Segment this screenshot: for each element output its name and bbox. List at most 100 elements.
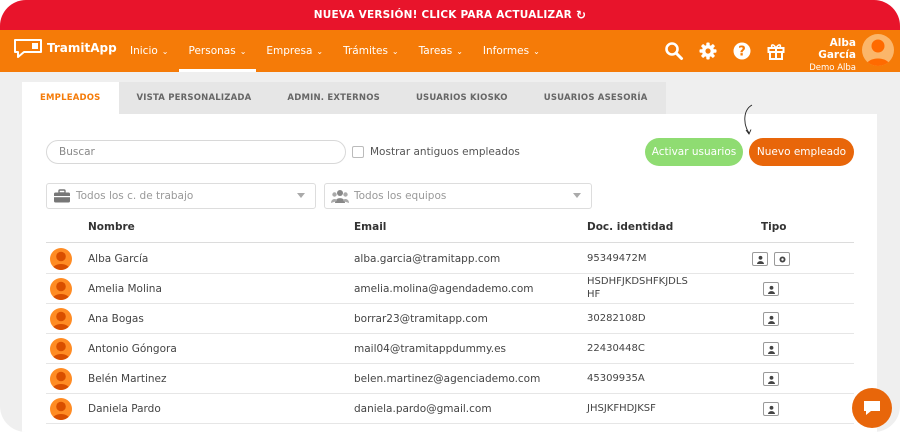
menu-informes[interactable]: Informes ⌄	[473, 30, 550, 72]
employee-email: amelia.molina@agendademo.com	[354, 283, 534, 295]
new-employee-button[interactable]: Nuevo empleado	[749, 138, 854, 166]
employee-avatar	[50, 308, 72, 330]
employee-avatar	[50, 398, 72, 420]
user-name: Alba García	[818, 37, 856, 61]
tab-empleados[interactable]: EMPLEADOS	[22, 82, 119, 114]
employee-name: Alba García	[88, 253, 149, 265]
chat-button[interactable]	[852, 388, 892, 428]
gift-icon[interactable]	[764, 39, 788, 63]
logo-icon	[14, 39, 42, 58]
user-avatar[interactable]	[862, 34, 894, 66]
chevron-down-icon: ⌄	[161, 46, 169, 56]
user-menu[interactable]: Alba García Demo Alba	[790, 37, 856, 73]
employee-type-user-icon	[763, 312, 779, 326]
menu-personas[interactable]: Personas ⌄	[178, 30, 257, 72]
help-icon[interactable]: ?	[730, 39, 754, 63]
caret-down-icon	[573, 193, 581, 198]
employee-name: Amelia Molina	[88, 283, 162, 295]
tab-admin-externos[interactable]: ADMIN. EXTERNOS	[269, 82, 398, 114]
chevron-down-icon: ⌄	[239, 46, 247, 56]
chevron-down-icon: ⌄	[533, 46, 540, 56]
employee-type-user-icon	[763, 372, 779, 386]
column-header-doc[interactable]: Doc. identidad	[587, 221, 673, 233]
refresh-icon: ↻	[575, 8, 587, 22]
employee-tabs: EMPLEADOS VISTA PERSONALIZADA ADMIN. EXT…	[22, 82, 666, 114]
tab-vista-personalizada[interactable]: VISTA PERSONALIZADA	[119, 82, 270, 114]
employee-type-user-icon	[763, 342, 779, 356]
activate-users-button[interactable]: Activar usuarios	[645, 138, 743, 166]
employee-avatar	[50, 338, 72, 360]
top-navbar: TramitApp Inicio ⌄ Personas ⌄ Empresa ⌄ Trá…	[0, 30, 900, 73]
chat-icon	[864, 401, 880, 415]
group-icon	[331, 189, 349, 203]
menu-label: Tareas	[418, 45, 453, 57]
employee-name: Antonio Góngora	[88, 343, 177, 355]
employee-avatar	[50, 368, 72, 390]
workplace-select-label: Todos los c. de trabajo	[76, 190, 194, 202]
menu-label: Inicio	[130, 45, 158, 57]
header-divider	[46, 242, 854, 243]
employee-type-admin-icon	[774, 252, 790, 266]
employee-name: Daniela Pardo	[88, 403, 161, 415]
chevron-down-icon: ⌄	[456, 46, 463, 56]
employee-email: alba.garcia@tramitapp.com	[354, 253, 501, 265]
search-icon[interactable]	[662, 39, 686, 63]
workplace-select[interactable]: Todos los c. de trabajo	[46, 183, 316, 209]
employee-type-user-icon	[763, 402, 779, 416]
table-row[interactable]: Ana Bogas borrar23@tramitapp.com 30282108D	[46, 304, 854, 334]
tab-usuarios-asesoria[interactable]: USUARIOS ASESORÍA	[526, 82, 666, 114]
employee-name: Ana Bogas	[88, 313, 144, 325]
employee-doc: 30282108D	[587, 313, 646, 324]
teams-select-label: Todos los equipos	[354, 190, 447, 202]
menu-inicio[interactable]: Inicio ⌄	[120, 30, 179, 72]
teams-select[interactable]: Todos los equipos	[324, 183, 592, 209]
user-company: Demo Alba	[809, 63, 856, 73]
employee-email: daniela.pardo@gmail.com	[354, 403, 492, 415]
annotation-arrow	[744, 104, 753, 135]
update-banner[interactable]: NUEVA VERSIÓN! CLICK PARA ACTUALIZAR ↻	[0, 0, 900, 30]
nav-icon-group: ?	[662, 39, 798, 63]
chevron-down-icon: ⌄	[391, 46, 399, 56]
employee-doc: 95349472M	[587, 253, 647, 264]
table-row[interactable]: Alba García alba.garcia@tramitapp.com 9534…	[46, 244, 854, 274]
menu-empresa[interactable]: Empresa ⌄	[256, 30, 333, 72]
column-header-email[interactable]: Email	[354, 221, 386, 233]
employee-avatar	[50, 248, 72, 270]
table-row[interactable]: Belén Martinez belen.martinez@agenciademo…	[46, 364, 854, 394]
briefcase-icon	[53, 189, 71, 203]
menu-label: Informes	[482, 45, 530, 57]
table-row[interactable]: Daniela Pardo daniela.pardo@gmail.com JHSJ…	[46, 394, 854, 424]
main-menu: Inicio ⌄ Personas ⌄ Empresa ⌄ Trámites ⌄ Tar…	[120, 30, 550, 72]
logo-text: TramitApp	[47, 41, 117, 55]
logo[interactable]: TramitApp	[12, 37, 117, 59]
former-employees-label: Mostrar antiguos empleados	[370, 146, 520, 158]
employee-doc: 22430448C	[587, 343, 645, 354]
chevron-down-icon: ⌄	[316, 46, 324, 56]
column-header-name[interactable]: Nombre	[88, 221, 135, 233]
employee-type-user-icon	[763, 282, 779, 296]
employee-email: borrar23@tramitapp.com	[354, 313, 488, 325]
search-input[interactable]	[46, 140, 346, 164]
tab-usuarios-kiosko[interactable]: USUARIOS KIOSKO	[398, 82, 526, 114]
show-former-employees[interactable]: Mostrar antiguos empleados	[352, 146, 520, 158]
menu-tareas[interactable]: Tareas ⌄	[409, 30, 473, 72]
employee-doc: HSDHFJKDSHFKJDLS	[587, 276, 688, 287]
employee-avatar	[50, 278, 72, 300]
employee-email: mail04@tramitappdummy.es	[354, 343, 507, 355]
menu-label: Personas	[188, 45, 236, 57]
table-row[interactable]: Antonio Góngora mail04@tramitappdummy.es 2…	[46, 334, 854, 364]
former-employees-checkbox[interactable]	[352, 146, 364, 158]
employee-type-user-icon	[752, 252, 768, 266]
employee-name: Belén Martinez	[88, 373, 167, 385]
employee-doc: 45309935A	[587, 373, 645, 384]
menu-label: Empresa	[266, 45, 313, 57]
table-row[interactable]: Amelia Molina amelia.molina@agendademo.co…	[46, 274, 854, 304]
employee-doc-continued: HF	[587, 289, 601, 300]
menu-tramites[interactable]: Trámites ⌄	[333, 30, 409, 72]
employee-email: belen.martinez@agenciademo.com	[354, 373, 541, 385]
svg-text:?: ?	[738, 45, 746, 60]
update-banner-text: NUEVA VERSIÓN! CLICK PARA ACTUALIZAR	[313, 9, 572, 21]
gear-icon[interactable]	[696, 39, 720, 63]
column-header-type[interactable]: Tipo	[761, 221, 787, 233]
caret-down-icon	[297, 193, 305, 198]
